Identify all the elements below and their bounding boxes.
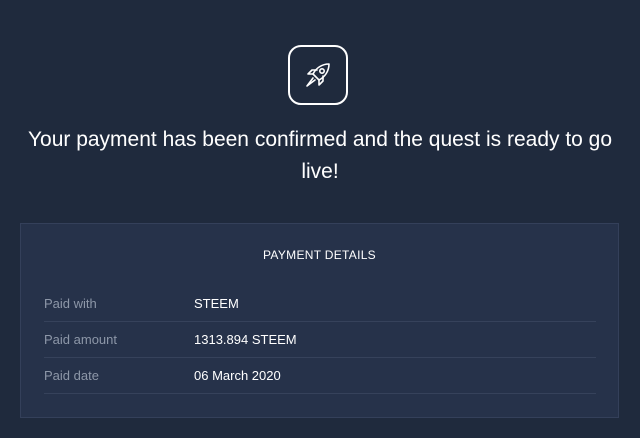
confirmation-headline: Your payment has been confirmed and the … xyxy=(27,128,613,183)
paid-with-label: Paid with xyxy=(44,296,97,311)
paid-date-value: 06 March 2020 xyxy=(194,368,281,383)
paid-amount-label: Paid amount xyxy=(44,332,117,347)
paid-with-value: STEEM xyxy=(194,296,239,311)
payment-row-paid-amount: Paid amount 1313.894 STEEM xyxy=(44,322,596,358)
paid-date-label: Paid date xyxy=(44,368,99,383)
rocket-icon-box xyxy=(288,45,348,105)
rocket-icon xyxy=(306,63,330,87)
payment-details-title: PAYMENT DETAILS xyxy=(263,248,376,262)
payment-details-card: PAYMENT DETAILS Paid with STEEM Paid amo… xyxy=(20,223,619,418)
payment-row-paid-with: Paid with STEEM xyxy=(44,286,596,322)
paid-amount-value: 1313.894 STEEM xyxy=(194,332,297,347)
payment-details-list: Paid with STEEM Paid amount 1313.894 STE… xyxy=(44,286,596,394)
payment-row-paid-date: Paid date 06 March 2020 xyxy=(44,358,596,394)
